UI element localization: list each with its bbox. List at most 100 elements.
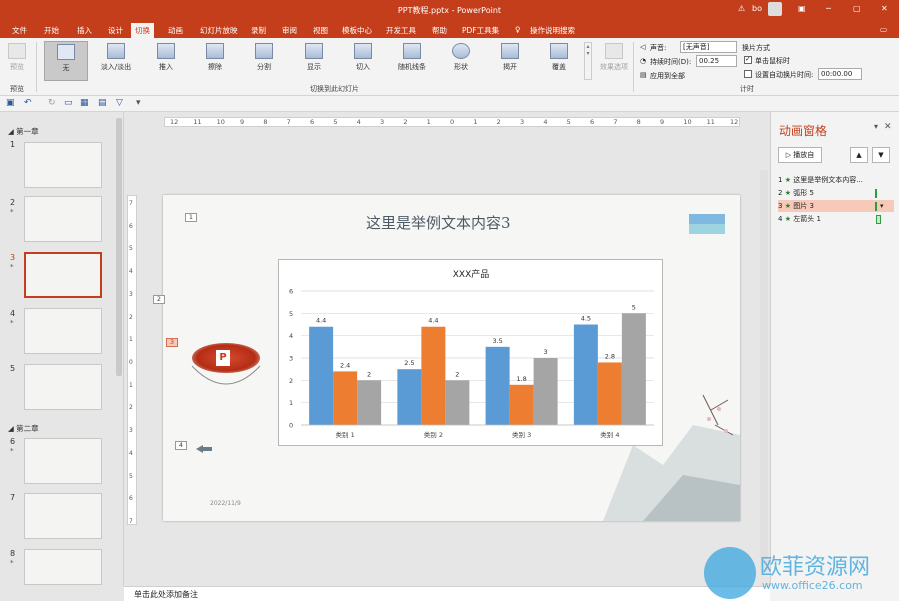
transition-reveal[interactable]: 显示 (292, 41, 336, 72)
transition-split[interactable]: 分割 (242, 41, 286, 72)
transition-none[interactable]: 无 (44, 41, 88, 81)
tab-review[interactable]: 审阅 (282, 25, 297, 36)
warning-icon[interactable]: ⚠ (738, 4, 745, 13)
transition-label: 覆盖 (552, 63, 566, 71)
section-1[interactable]: ◢ 第一章 (8, 126, 39, 137)
transition-uncover[interactable]: 揭开 (488, 41, 532, 72)
ribbon-display-icon[interactable]: ▣ (798, 4, 806, 13)
sound-dropdown[interactable]: [无声音] (680, 41, 737, 53)
play-from-button[interactable]: ▷ 播放自 (778, 147, 822, 163)
slide-thumb-3[interactable] (24, 252, 102, 298)
horizontal-ruler: 12 11 10 9 8 7 6 5 4 3 2 1 0 1 2 3 4 5 6 7 8 9 10 11 12 (164, 117, 740, 127)
tab-view[interactable]: 视图 (313, 25, 328, 36)
slide-thumb-7[interactable] (24, 493, 102, 539)
effect-options-button[interactable]: 效果选项 (592, 41, 636, 72)
slide-thumb-6[interactable] (24, 438, 102, 484)
apply-all-icon: ▤ (640, 71, 647, 79)
tab-template-center[interactable]: 模板中心 (342, 25, 372, 36)
slide-thumb-5[interactable] (24, 364, 102, 410)
animation-tag-4[interactable]: 4 (175, 441, 187, 450)
ruler-tick-label: 2 (129, 404, 133, 412)
avatar[interactable] (768, 2, 782, 16)
slide-thumb-8[interactable] (24, 549, 102, 585)
close-pane-icon[interactable]: ✕ (884, 122, 892, 132)
y-tick-label: 3 (289, 355, 293, 363)
animation-tag-1[interactable]: 1 (185, 213, 197, 222)
user-name[interactable]: bo (752, 4, 762, 13)
tab-file[interactable]: 文件 (12, 25, 27, 36)
transition-random-bars[interactable]: 随机线条 (390, 41, 434, 72)
transition-cut[interactable]: 切入 (341, 41, 385, 72)
slide-scrollbar[interactable] (760, 170, 768, 570)
start-slideshow-icon[interactable]: ▭ (64, 98, 73, 108)
transition-shape[interactable]: 形状 (439, 41, 483, 72)
split-icon (255, 43, 273, 59)
section-2[interactable]: ◢ 第二章 (8, 423, 39, 434)
sound-label: 声音: (650, 44, 667, 52)
preview-group-label: 预览 (10, 85, 24, 93)
comment-icon[interactable]: ▭ (880, 25, 887, 34)
restore-button[interactable]: ▢ (853, 4, 861, 13)
transition-wipe[interactable]: 擦除 (193, 41, 237, 72)
redo-icon[interactable]: ↻ (48, 98, 56, 108)
duration-input[interactable]: 00.25 (696, 55, 737, 67)
slide-title[interactable]: 这里是举例文本内容3 (366, 212, 511, 233)
tab-slideshow[interactable]: 幻灯片放映 (200, 25, 238, 36)
table-icon[interactable]: ▤ (98, 98, 107, 108)
ruler-tick-label: 3 (520, 118, 525, 126)
slide-number: 7 (10, 493, 16, 502)
after-time-input[interactable]: 00:00.00 (818, 68, 862, 80)
animation-tag-3[interactable]: 3 (166, 338, 178, 347)
slide-number: 2 (10, 198, 16, 207)
slide-thumb-4[interactable] (24, 308, 102, 354)
duration-label: 持续时间(D): (650, 58, 692, 66)
preview-button[interactable]: 预览 (2, 41, 32, 72)
transition-fade[interactable]: 淡入/淡出 (94, 41, 138, 72)
slide-thumb-2[interactable] (24, 196, 102, 242)
minimize-button[interactable]: ─ (826, 4, 831, 13)
transition-label: 显示 (307, 63, 321, 71)
tab-design[interactable]: 设计 (108, 25, 123, 36)
left-arrow-shape[interactable] (196, 445, 212, 453)
animation-item-1[interactable]: 1 ★ 这里是举例文本内容... (778, 174, 894, 186)
tab-help[interactable]: 帮助 (432, 25, 447, 36)
play-from-label: 播放自 (793, 151, 815, 159)
gallery-scroll[interactable]: ▴ ▾ (584, 42, 592, 80)
tab-home[interactable]: 开始 (44, 25, 59, 36)
format-icon[interactable]: ▽ (116, 98, 123, 108)
thumbnails-scrollbar[interactable] (116, 118, 122, 376)
notes-pane[interactable]: 单击此处添加备注 (124, 586, 770, 601)
timeline-bar (875, 189, 877, 198)
tell-me-search[interactable]: 操作说明搜索 (530, 25, 575, 36)
item-dropdown-icon[interactable]: ▾ (880, 202, 884, 210)
tab-record[interactable]: 录制 (251, 25, 266, 36)
landscape-picture[interactable] (689, 214, 725, 234)
move-down-button[interactable]: ▼ (872, 147, 890, 163)
save-icon[interactable]: ▣ (6, 98, 15, 108)
slide-thumb-1[interactable] (24, 142, 102, 188)
on-click-checkbox[interactable]: ✓ (744, 55, 752, 64)
undo-icon[interactable]: ↶ (24, 98, 32, 108)
tab-animations[interactable]: 动画 (168, 25, 183, 36)
move-up-button[interactable]: ▲ (850, 147, 868, 163)
close-button[interactable]: ✕ (881, 4, 888, 13)
apply-to-all-button[interactable]: 应用到全部 (650, 71, 685, 81)
pane-dropdown-icon[interactable]: ▾ (874, 122, 878, 131)
animation-tag-2[interactable]: 2 (153, 295, 165, 304)
uncover-icon (501, 43, 519, 59)
tab-transitions[interactable]: 切换 (131, 23, 154, 38)
after-checkbox[interactable] (744, 70, 752, 78)
transition-cover[interactable]: 覆盖 (537, 41, 581, 72)
tab-insert[interactable]: 插入 (77, 25, 92, 36)
data-label: 3 (544, 348, 548, 356)
tab-developer[interactable]: 开发工具 (386, 25, 416, 36)
transition-push[interactable]: 推入 (144, 41, 188, 72)
arc-shape[interactable] (188, 362, 264, 388)
picture-icon[interactable]: ▦ (80, 98, 89, 108)
tab-pdf-tools[interactable]: PDF工具集 (462, 25, 499, 36)
customize-qat-icon[interactable]: ▾ (136, 98, 141, 108)
data-label: 2 (367, 370, 371, 378)
bar-chart[interactable]: XXX产品 0 1 2 3 4 5 6 类别 1 4.4 2.4 2 类别 2 2.5 4.4 2 类别 3 3.… (278, 259, 663, 446)
bar (597, 362, 622, 425)
ruler-tick-label: 3 (129, 290, 133, 298)
